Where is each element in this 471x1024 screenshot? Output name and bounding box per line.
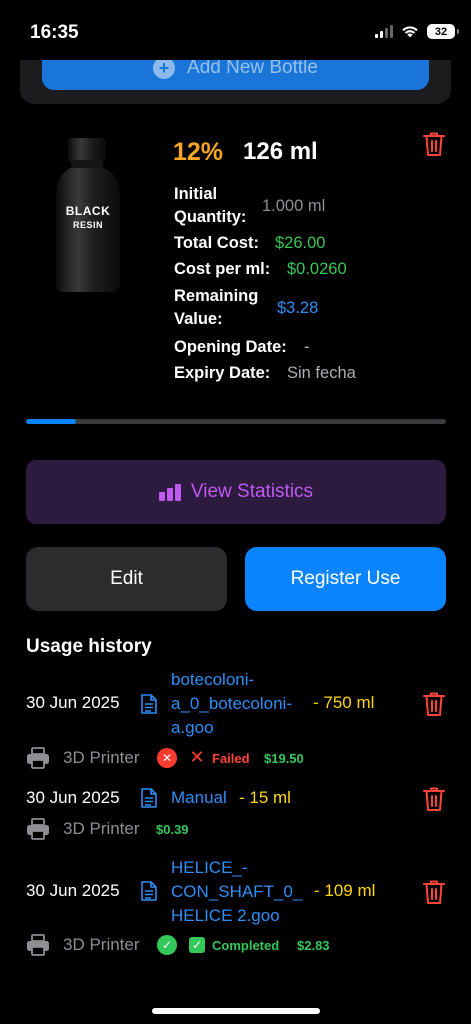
home-indicator[interactable] xyxy=(152,1008,320,1014)
view-statistics-label: View Statistics xyxy=(190,481,314,502)
expiry-date-label: Expiry Date: xyxy=(174,364,271,382)
history-cost: $19.50 xyxy=(264,751,304,766)
status-bar: 16:35 32 xyxy=(0,0,471,60)
history-type: 3D Printer xyxy=(63,819,140,838)
expiry-date-value: Sin fecha xyxy=(287,364,356,382)
total-cost-label: Total Cost: xyxy=(174,234,259,252)
status-indicators: 32 xyxy=(375,24,459,39)
remaining-progress-bar xyxy=(26,419,446,424)
delete-entry-button[interactable] xyxy=(422,879,446,905)
add-bottle-label: Add New Bottle xyxy=(187,60,318,78)
remaining-value-label: Remaining Value: xyxy=(174,287,259,328)
failed-circle-icon: ✕ xyxy=(157,748,177,768)
signal-icon xyxy=(375,25,393,38)
history-type: 3D Printer xyxy=(63,748,140,767)
register-use-button[interactable]: Register Use xyxy=(245,547,446,611)
trash-icon xyxy=(423,880,445,904)
bottle-label-line2: RESIN xyxy=(72,220,103,230)
bottle-label: BLACK RESIN xyxy=(52,204,124,230)
history-date: 30 Jun 2025 xyxy=(26,881,120,900)
document-icon xyxy=(141,694,157,714)
remaining-ml: 126 ml xyxy=(243,138,318,165)
history-file-name[interactable]: HELICE_- CON_SHAFT_0_ HELICE 2.goo xyxy=(171,856,302,928)
history-amount: - 109 ml xyxy=(314,881,376,900)
history-date: 30 Jun 2025 xyxy=(26,788,120,807)
delete-entry-button[interactable] xyxy=(422,691,446,717)
wifi-icon xyxy=(402,26,418,38)
trash-icon xyxy=(423,132,445,156)
history-cost: $0.39 xyxy=(156,822,189,837)
bottle-label-line1: BLACK xyxy=(65,204,111,218)
document-icon xyxy=(141,881,157,901)
remaining-value-value: $3.28 xyxy=(277,299,319,317)
view-statistics-button[interactable]: View Statistics xyxy=(26,460,446,524)
bottle-image: BLACK RESIN xyxy=(52,138,124,294)
cost-per-ml-label: Cost per ml: xyxy=(174,260,271,278)
history-status: Completed xyxy=(212,938,280,953)
initial-quantity-label: Initial Quantity: xyxy=(174,185,247,226)
printer-icon xyxy=(27,747,49,769)
history-date: 30 Jun 2025 xyxy=(26,693,120,712)
initial-quantity-value: 1.000 ml xyxy=(262,197,326,215)
completed-check-icon: ✓ xyxy=(189,937,205,953)
completed-circle-icon: ✓ xyxy=(157,935,177,955)
printer-icon xyxy=(27,934,49,956)
failed-cross-icon: ✕ xyxy=(189,747,205,767)
history-cost: $2.83 xyxy=(297,938,330,953)
document-icon xyxy=(141,788,157,808)
printer-icon xyxy=(27,818,49,840)
history-type: 3D Printer xyxy=(63,935,140,954)
history-amount: - 750 ml xyxy=(313,693,375,712)
history-status: Failed xyxy=(212,751,250,766)
delete-entry-button[interactable] xyxy=(422,786,446,812)
bar-chart-icon xyxy=(158,483,181,501)
trash-icon xyxy=(423,787,445,811)
add-bottle-button[interactable]: + Add New Bottle xyxy=(42,60,429,90)
delete-bottle-button[interactable] xyxy=(422,131,446,157)
opening-date-value: - xyxy=(304,338,310,356)
history-amount: - 15 ml xyxy=(239,788,291,807)
cost-per-ml-value: $0.0260 xyxy=(287,260,347,278)
edit-button[interactable]: Edit xyxy=(26,547,227,611)
history-file-name[interactable]: Manual xyxy=(171,786,227,810)
plus-icon: + xyxy=(153,60,176,79)
history-file-name[interactable]: botecoloni- a_0_botecoloni- a.goo xyxy=(171,668,292,740)
trash-icon xyxy=(423,692,445,716)
battery-icon: 32 xyxy=(427,24,459,39)
remaining-percent: 12% xyxy=(173,138,224,166)
opening-date-label: Opening Date: xyxy=(174,338,287,356)
remaining-progress-fill xyxy=(26,419,77,424)
usage-history-title: Usage history xyxy=(26,636,152,657)
total-cost-value: $26.00 xyxy=(275,234,326,252)
top-card: + Add New Bottle xyxy=(20,60,451,104)
status-time: 16:35 xyxy=(30,22,79,43)
